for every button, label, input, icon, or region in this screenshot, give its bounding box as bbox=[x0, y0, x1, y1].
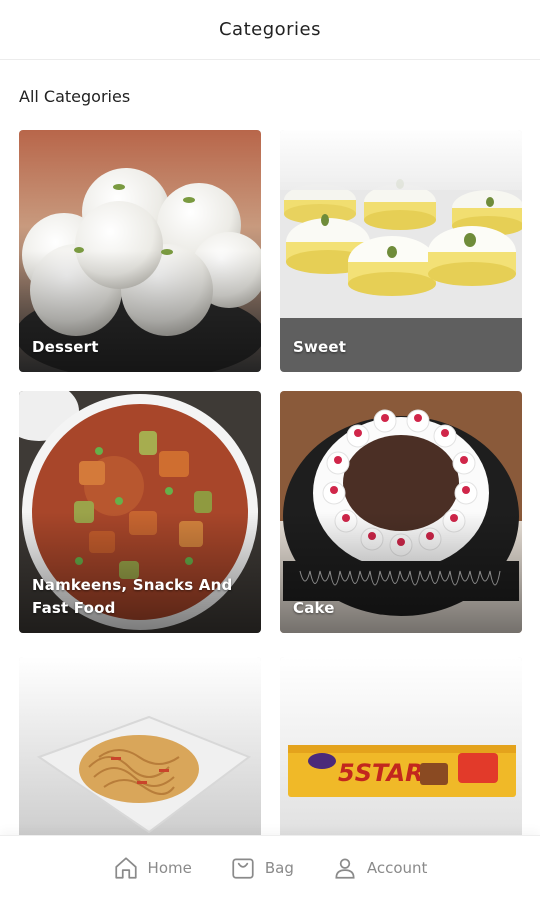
category-card-chocolate[interactable]: 5STAR bbox=[280, 657, 522, 835]
noodles-image bbox=[19, 657, 261, 835]
category-card-dessert[interactable]: Dessert bbox=[19, 130, 261, 372]
nav-account[interactable]: Account bbox=[332, 855, 428, 881]
category-label: Sweet bbox=[293, 338, 347, 356]
nav-bag[interactable]: Bag bbox=[230, 855, 294, 881]
category-card-cake[interactable]: Cake bbox=[280, 391, 522, 633]
nav-account-label: Account bbox=[366, 859, 428, 877]
section-title: All Categories bbox=[19, 87, 131, 106]
nav-home-label: Home bbox=[147, 859, 192, 877]
category-card-noodles[interactable] bbox=[19, 657, 261, 835]
bottom-navigation: Home Bag Account bbox=[0, 835, 540, 900]
nav-home[interactable]: Home bbox=[113, 855, 192, 881]
nav-bag-label: Bag bbox=[264, 859, 294, 877]
bag-icon bbox=[232, 858, 254, 879]
page-title: Categories bbox=[218, 19, 322, 40]
category-card-sweet[interactable]: Sweet bbox=[280, 130, 522, 372]
category-label: Cake bbox=[293, 599, 335, 617]
chocolate-image: 5STAR bbox=[280, 657, 522, 835]
account-icon bbox=[335, 858, 355, 879]
chocolate-brand-text: 5STAR bbox=[338, 759, 424, 787]
category-label: Namkeens, Snacks And Fast Food bbox=[32, 576, 233, 617]
category-card-namkeens[interactable]: Namkeens, Snacks And Fast Food bbox=[19, 391, 261, 633]
category-label: Dessert bbox=[32, 338, 99, 356]
home-icon bbox=[114, 857, 137, 879]
category-grid: Dessert Sweet Namkeens, Snacks And Fast … bbox=[0, 130, 540, 835]
app-header: Categories bbox=[0, 0, 540, 60]
